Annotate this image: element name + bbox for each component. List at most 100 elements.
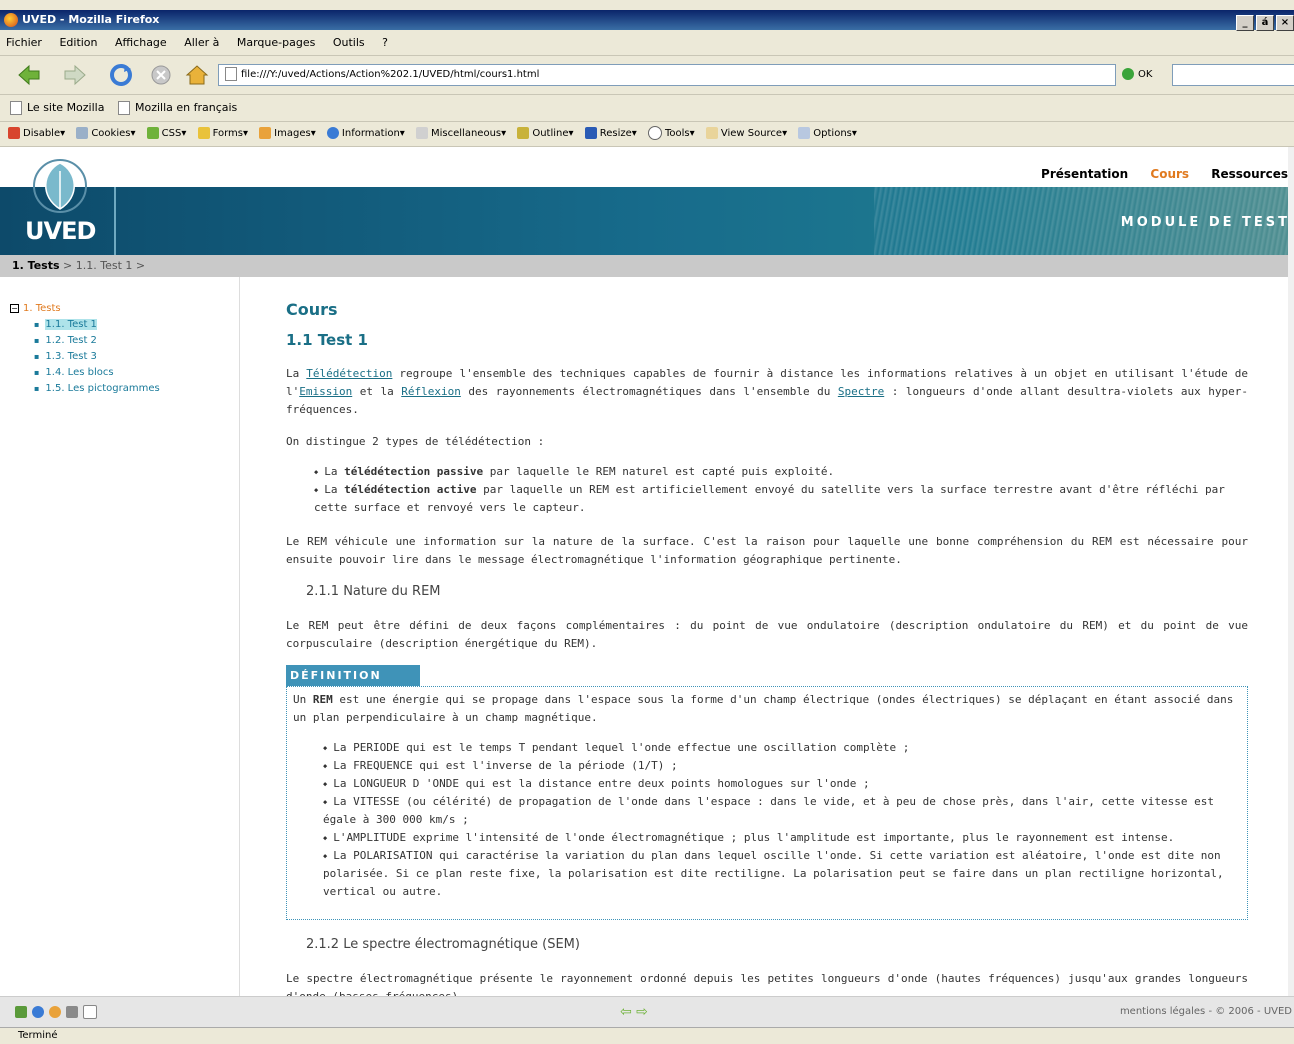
dev-information[interactable]: Information▾: [326, 122, 405, 146]
document-icon[interactable]: [83, 1005, 97, 1019]
stop-icon[interactable]: [148, 62, 174, 88]
maximize-button[interactable]: á: [1256, 15, 1274, 31]
list-item: L'AMPLITUDE exprime l'intensité de l'ond…: [323, 829, 1241, 847]
url-bar[interactable]: file:///Y:/uved/Actions/Action%202.1/UVE…: [218, 64, 1116, 86]
bookmark-mozilla-fr[interactable]: Mozilla en français: [135, 101, 237, 114]
sitemap-icon[interactable]: [15, 1006, 27, 1018]
nav-cours[interactable]: Cours: [1150, 167, 1189, 181]
status-bar: Terminé: [0, 1027, 1294, 1043]
dev-forms[interactable]: Forms▾: [197, 122, 248, 146]
breadcrumb-rest[interactable]: > 1.1. Test 1 >: [60, 259, 145, 272]
banner-title: MODULE DE TEST: [1120, 215, 1290, 230]
forward-icon[interactable]: [62, 62, 88, 88]
page-title: Cours: [286, 300, 338, 319]
site-top-nav: Présentation Cours Ressources: [1023, 167, 1288, 181]
menu-help[interactable]: ?: [382, 36, 388, 49]
definition-list: La PERIODE qui est le temps T pendant le…: [293, 739, 1241, 901]
types-paragraph: On distingue 2 types de télédétection :: [286, 435, 545, 448]
definition-text: Un REM est une énergie qui se propage da…: [293, 693, 1234, 724]
minimize-button[interactable]: _: [1236, 15, 1254, 31]
tree-item-pictogrammes[interactable]: 1.5. Les pictogrammes: [34, 381, 159, 397]
print-icon[interactable]: [66, 1006, 78, 1018]
page-nav-arrows[interactable]: ⇦ ⇨: [620, 1004, 648, 1020]
dev-options[interactable]: Options▾: [798, 122, 857, 146]
back-icon[interactable]: [16, 62, 42, 88]
dev-images[interactable]: Images▾: [259, 122, 316, 146]
bookmark-mozilla[interactable]: Le site Mozilla: [27, 101, 104, 114]
go-label: OK: [1138, 69, 1153, 80]
menu-fichier[interactable]: Fichier: [6, 36, 42, 49]
options-icon: [798, 127, 811, 139]
dev-view-source[interactable]: View Source▾: [705, 122, 787, 146]
page-icon: [225, 67, 237, 81]
bookmark-page-icon: [10, 101, 22, 115]
link-reflexion[interactable]: Réflexion: [401, 385, 461, 398]
go-button[interactable]: OK: [1122, 66, 1152, 84]
user-icon[interactable]: [49, 1006, 61, 1018]
tools-icon: [647, 126, 662, 140]
collapse-icon[interactable]: −: [10, 303, 19, 313]
dev-tools[interactable]: Tools▾: [647, 122, 695, 146]
menu-affichage[interactable]: Affichage: [115, 36, 167, 49]
link-spectre[interactable]: Spectre: [838, 385, 884, 398]
help-icon[interactable]: [32, 1006, 44, 1018]
css-icon: [146, 127, 159, 139]
home-icon[interactable]: [184, 62, 210, 88]
list-item: La LONGUEUR D 'ONDE qui est la distance …: [323, 775, 1241, 793]
menu-edition[interactable]: Edition: [59, 36, 97, 49]
disable-icon: [8, 127, 20, 139]
outline-icon: [517, 127, 530, 139]
dev-css[interactable]: CSS▾: [146, 122, 186, 146]
link-emission[interactable]: Emission: [299, 385, 352, 398]
dev-disable[interactable]: Disable▾: [8, 122, 65, 146]
tree-item-blocs[interactable]: 1.4. Les blocs: [34, 365, 160, 381]
spectre-paragraph: Le spectre électromagnétique présente le…: [286, 972, 1248, 996]
forms-icon: [197, 127, 210, 139]
menu-outils[interactable]: Outils: [333, 36, 365, 49]
definition-box: Un REM est une énergie qui se propage da…: [286, 686, 1248, 920]
dev-outline[interactable]: Outline▾: [517, 122, 574, 146]
dev-cookies[interactable]: Cookies▾: [76, 122, 135, 146]
window-controls: _ á ×: [1234, 12, 1294, 32]
nav-ressources[interactable]: Ressources: [1211, 167, 1288, 181]
firefox-icon: [4, 13, 18, 27]
view-source-icon: [705, 127, 718, 139]
list-item: La télédétection active par laquelle un …: [314, 481, 1248, 517]
definition-label: DÉFINITION: [286, 665, 420, 686]
link-teledetection[interactable]: Télédétection: [306, 367, 392, 380]
nav-presentation[interactable]: Présentation: [1041, 167, 1128, 181]
list-item: La FREQUENCE qui est l'inverse de la pér…: [323, 757, 1241, 775]
page-scrollbar[interactable]: [1288, 147, 1294, 996]
tree-item-test-3[interactable]: 1.3. Test 3: [34, 349, 160, 365]
subsection-title-spectre: 2.1.2 Le spectre électromagnétique (SEM): [306, 937, 580, 952]
nature-paragraph: Le REM peut être défini de deux façons c…: [286, 619, 1248, 650]
close-button[interactable]: ×: [1276, 15, 1294, 31]
breadcrumb-root[interactable]: 1. Tests: [12, 259, 60, 272]
logo-leaf-icon: [33, 159, 87, 213]
information-icon: [326, 127, 339, 139]
url-text[interactable]: file:///Y:/uved/Actions/Action%202.1/UVE…: [241, 69, 539, 80]
types-list: La télédétection passive par laquelle le…: [286, 463, 1248, 517]
reload-icon[interactable]: [108, 62, 134, 88]
rem-paragraph: Le REM véhicule une information sur la n…: [286, 535, 1248, 566]
site-banner: MODULE DE TEST: [0, 187, 1294, 255]
tree-root[interactable]: 1. Tests: [23, 303, 61, 314]
dev-misc[interactable]: Miscellaneous▾: [416, 122, 506, 146]
subsection-title-nature: 2.1.1 Nature du REM: [306, 584, 441, 599]
section-title: 1.1 Test 1: [286, 331, 368, 349]
tree-item-test-2[interactable]: 1.2. Test 2: [34, 333, 160, 349]
logo-divider: [114, 187, 116, 255]
menu-marque-pages[interactable]: Marque-pages: [237, 36, 315, 49]
menu-bar: Fichier Edition Affichage Aller à Marque…: [0, 31, 1294, 56]
bookmark-page-icon: [117, 101, 130, 115]
dev-resize[interactable]: Resize▾: [584, 122, 637, 146]
main-content: Cours 1.1 Test 1 La Télédétection regrou…: [286, 277, 1248, 996]
menu-aller[interactable]: Aller à: [184, 36, 219, 49]
tree-item-test-1[interactable]: 1.1. Test 1: [34, 317, 160, 333]
uved-logo[interactable]: UVED: [0, 147, 115, 255]
search-input[interactable]: [1172, 64, 1294, 86]
legal-text[interactable]: mentions légales - © 2006 - UVED: [1120, 1006, 1292, 1017]
misc-icon: [416, 127, 429, 139]
list-item: La VITESSE (ou célérité) de propagation …: [323, 793, 1241, 829]
logo-text: UVED: [25, 217, 96, 245]
